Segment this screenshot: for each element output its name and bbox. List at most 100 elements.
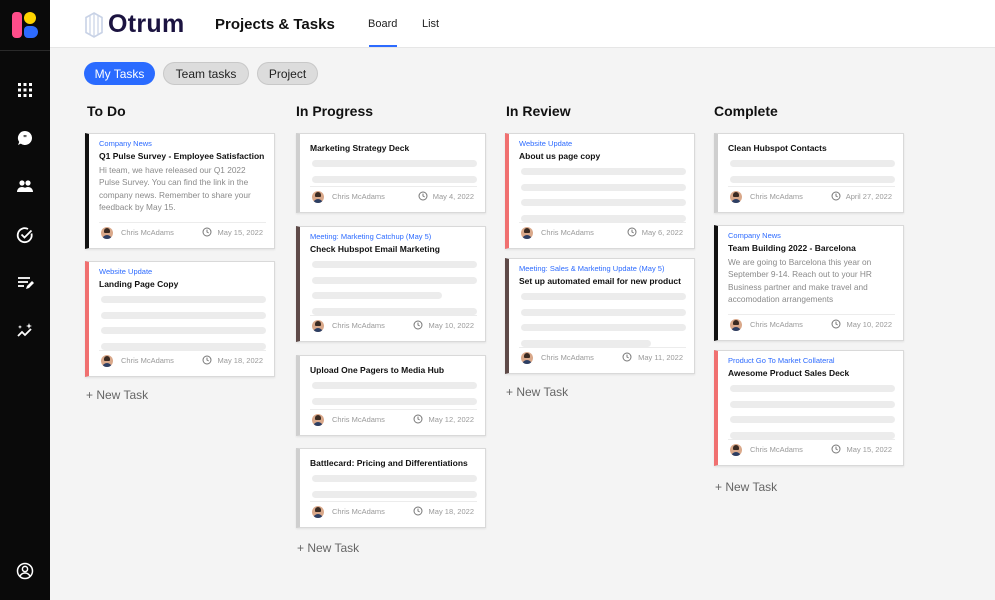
card-divider: [519, 222, 686, 223]
avatar[interactable]: [312, 414, 324, 426]
clock-icon: [627, 227, 637, 237]
column-title-todo: To Do: [87, 103, 126, 119]
task-card[interactable]: Company News Team Building 2022 - Barcelo…: [714, 225, 904, 341]
new-task-button[interactable]: + New Task: [86, 388, 148, 402]
placeholder-line: [312, 475, 477, 482]
task-title: Awesome Product Sales Deck: [728, 368, 850, 378]
people-icon[interactable]: [13, 174, 37, 198]
card-divider: [728, 439, 895, 440]
column-title-in-progress: In Progress: [296, 103, 374, 119]
card-divider: [728, 314, 895, 315]
avatar[interactable]: [730, 444, 742, 456]
clock-icon: [413, 506, 423, 516]
card-divider: [310, 409, 477, 410]
placeholder-line: [521, 339, 651, 347]
avatar[interactable]: [521, 352, 533, 364]
card-divider: [310, 186, 477, 187]
task-author: Chris McAdams: [332, 507, 385, 516]
clock-icon: [413, 414, 423, 424]
task-tag[interactable]: Website Update: [519, 139, 572, 148]
task-card[interactable]: Product Go To Market Collateral Awesome P…: [714, 350, 904, 466]
check-circle-icon[interactable]: [13, 223, 37, 247]
clock-icon: [202, 227, 212, 237]
grid-icon[interactable]: [13, 78, 37, 102]
avatar[interactable]: [312, 506, 324, 518]
task-author: Chris McAdams: [541, 228, 594, 237]
task-due-date: May 18, 2022: [217, 356, 263, 365]
sparkle-icon[interactable]: [13, 319, 37, 343]
task-due-date: May 11, 2022: [638, 353, 683, 362]
top-header: Otrum Projects & Tasks Board List: [50, 0, 995, 48]
clock-icon: [831, 319, 841, 329]
task-description: Hi team, we have released our Q1 2022 Pu…: [99, 165, 251, 212]
placeholder-line: [521, 199, 686, 206]
clock-icon: [202, 355, 212, 365]
card-divider: [99, 350, 266, 351]
avatar[interactable]: [312, 320, 324, 332]
avatar[interactable]: [730, 319, 742, 331]
task-card[interactable]: Marketing Strategy Deck Chris McAdams May …: [296, 133, 486, 213]
placeholder-line: [312, 397, 477, 405]
task-card[interactable]: Clean Hubspot Contacts Chris McAdams April…: [714, 133, 904, 213]
task-card[interactable]: Company News Q1 Pulse Survey - Employee S…: [85, 133, 275, 249]
avatar[interactable]: [521, 227, 533, 239]
task-card[interactable]: Meeting: Marketing Catchup (May 5) Check …: [296, 226, 486, 342]
placeholder-line: [312, 175, 477, 183]
task-author: Chris McAdams: [332, 321, 385, 330]
task-tag[interactable]: Product Go To Market Collateral: [728, 356, 835, 365]
task-title: Upload One Pagers to Media Hub: [310, 365, 445, 375]
task-title: Set up automated email for new product: [519, 276, 681, 286]
placeholder-line: [521, 214, 686, 222]
edit-list-icon[interactable]: [13, 271, 37, 295]
tab-board[interactable]: Board: [368, 18, 397, 30]
placeholder-line: [730, 385, 895, 392]
new-task-button[interactable]: + New Task: [506, 385, 568, 399]
brand-name: Otrum: [108, 10, 185, 38]
placeholder-line: [101, 342, 266, 350]
clock-icon: [831, 191, 841, 201]
task-tag[interactable]: Meeting: Sales & Marketing Update (May 5…: [519, 264, 664, 273]
task-tag[interactable]: Company News: [728, 231, 781, 240]
placeholder-line: [521, 168, 686, 175]
placeholder-line: [312, 261, 477, 268]
task-tag[interactable]: Meeting: Marketing Catchup (May 5): [310, 232, 431, 241]
task-card[interactable]: Upload One Pagers to Media Hub Chris McAd…: [296, 355, 486, 436]
card-divider: [519, 347, 686, 348]
column-title-in-review: In Review: [506, 103, 571, 119]
clock-icon: [413, 320, 423, 330]
placeholder-line: [730, 416, 895, 423]
placeholder-line: [730, 431, 895, 439]
sidebar: ": [0, 0, 50, 600]
filter-project[interactable]: Project: [257, 62, 318, 85]
avatar[interactable]: [101, 355, 113, 367]
sidebar-divider: [0, 50, 50, 51]
new-task-button[interactable]: + New Task: [715, 480, 777, 494]
task-tag[interactable]: Website Update: [99, 267, 152, 276]
tab-list[interactable]: List: [422, 18, 439, 30]
avatar[interactable]: [730, 191, 742, 203]
filter-team-tasks[interactable]: Team tasks: [163, 62, 249, 85]
task-tag[interactable]: Company News: [99, 139, 152, 148]
avatar[interactable]: [101, 227, 113, 239]
clock-icon: [418, 191, 428, 201]
user-circle-icon[interactable]: [13, 559, 37, 583]
task-card[interactable]: Battlecard: Pricing and Differentiations…: [296, 448, 486, 528]
placeholder-line: [312, 382, 477, 389]
placeholder-line: [730, 160, 895, 167]
brand[interactable]: Otrum: [84, 10, 185, 39]
avatar[interactable]: [312, 191, 324, 203]
task-card[interactable]: Meeting: Sales & Marketing Update (May 5…: [505, 258, 695, 374]
new-task-button[interactable]: + New Task: [297, 541, 359, 555]
filter-my-tasks[interactable]: My Tasks: [84, 62, 155, 85]
task-author: Chris McAdams: [332, 415, 385, 424]
app-logo[interactable]: [0, 0, 50, 50]
task-card[interactable]: Website Update About us page copy Chris Mc…: [505, 133, 695, 249]
placeholder-line: [312, 292, 442, 299]
task-due-date: May 15, 2022: [846, 445, 892, 454]
task-title: Landing Page Copy: [99, 279, 179, 289]
chat-icon[interactable]: ": [13, 126, 37, 150]
task-author: Chris McAdams: [541, 353, 594, 362]
task-card[interactable]: Website Update Landing Page Copy Chris McA…: [85, 261, 275, 377]
card-divider: [99, 222, 266, 223]
placeholder-line: [521, 183, 686, 191]
